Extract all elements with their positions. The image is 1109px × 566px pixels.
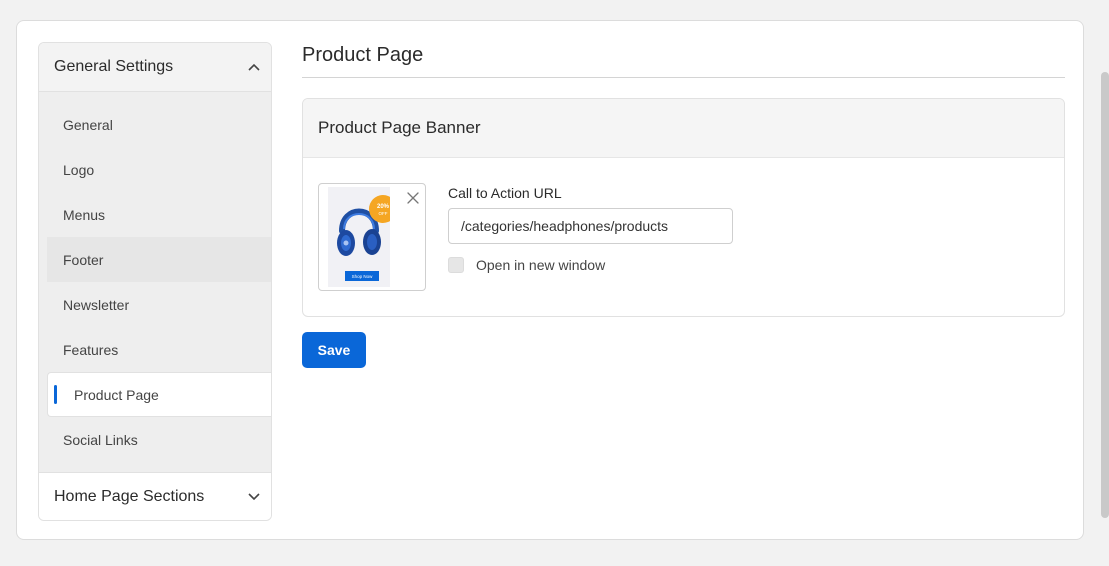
sidebar-item-label: Social Links xyxy=(63,431,138,448)
open-new-window-row[interactable]: Open in new window xyxy=(448,257,733,273)
cta-url-field: Call to Action URL Open in new window xyxy=(448,185,733,273)
sidebar-item-menus[interactable]: Menus xyxy=(47,192,271,237)
banner-thumbnail[interactable]: 20% OFF Shop Now xyxy=(318,183,426,291)
home-page-sections-header[interactable]: Home Page Sections xyxy=(39,473,271,520)
sidebar-item-product-page[interactable]: Product Page xyxy=(47,372,271,417)
home-page-sections-title: Home Page Sections xyxy=(54,488,205,505)
sidebar-item-social-links[interactable]: Social Links xyxy=(47,417,271,462)
discount-badge-text: 20% xyxy=(377,204,390,210)
settings-card: General Settings General Logo Menus Foot… xyxy=(16,20,1084,540)
sidebar-item-label: Product Page xyxy=(74,386,159,403)
headphones-icon: 20% OFF Shop Now xyxy=(337,195,397,281)
sidebar-item-label: Menus xyxy=(63,206,106,223)
panel-body: 20% OFF Shop Now Call to Action URL /cat… xyxy=(303,158,1064,316)
sidebar-items: General Logo Menus Footer Newsletter Fea… xyxy=(39,92,271,473)
settings-sidebar: General Settings General Logo Menus Foot… xyxy=(38,42,272,521)
chevron-down-icon[interactable] xyxy=(247,490,261,504)
general-settings-title: General Settings xyxy=(54,58,174,75)
open-new-window-checkbox[interactable] xyxy=(448,257,464,273)
sidebar-item-label: General xyxy=(63,116,113,133)
sidebar-item-newsletter[interactable]: Newsletter xyxy=(47,282,271,327)
banner-cta-text: Shop Now xyxy=(352,274,374,279)
main-content: Product Page Product Page Banner 20% OFF… xyxy=(302,41,1065,368)
save-button[interactable]: Save xyxy=(302,332,366,368)
open-new-window-label: Open in new window xyxy=(476,257,606,273)
general-settings-header[interactable]: General Settings xyxy=(39,43,271,92)
sidebar-item-label: Features xyxy=(63,341,119,358)
sidebar-item-footer[interactable]: Footer xyxy=(47,237,271,282)
sidebar-item-label: Footer xyxy=(63,251,104,268)
close-icon[interactable] xyxy=(406,191,420,205)
sidebar-item-label: Newsletter xyxy=(63,296,130,313)
sidebar-item-general[interactable]: General xyxy=(47,102,271,147)
chevron-up-icon[interactable] xyxy=(247,60,261,74)
banner-image: 20% OFF Shop Now xyxy=(328,187,397,287)
cta-url-input[interactable] xyxy=(448,208,733,244)
product-page-banner-panel: Product Page Banner 20% OFF Shop Now Cal… xyxy=(302,98,1065,317)
page-scrollbar[interactable] xyxy=(1101,72,1109,518)
panel-title: Product Page Banner xyxy=(303,99,1064,158)
discount-badge-sub: OFF xyxy=(379,211,388,216)
page-title: Product Page xyxy=(302,41,1065,78)
cta-url-label: Call to Action URL xyxy=(448,185,562,201)
sidebar-item-label: Logo xyxy=(63,161,95,178)
sidebar-item-logo[interactable]: Logo xyxy=(47,147,271,192)
sidebar-item-features[interactable]: Features xyxy=(47,327,271,372)
